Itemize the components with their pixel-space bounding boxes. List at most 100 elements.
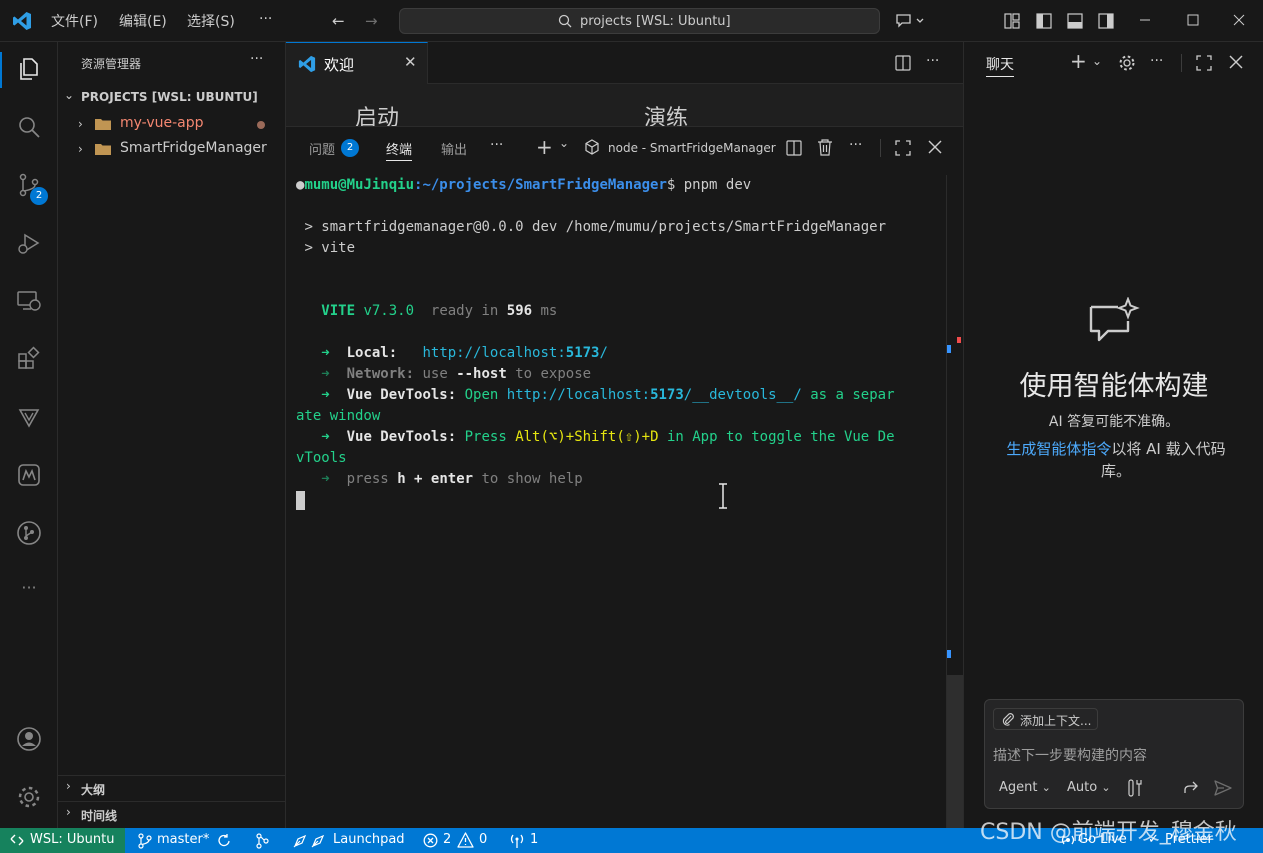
close-tab-icon[interactable]: ✕ — [404, 53, 417, 71]
terminal-scrollbar[interactable] — [946, 175, 963, 829]
explorer-icon[interactable] — [16, 56, 42, 82]
help-keys: h + enter — [397, 471, 474, 487]
chat-settings-gear-icon[interactable] — [1118, 54, 1136, 72]
editor-more-actions[interactable]: ··· — [926, 53, 939, 69]
scroll-marker — [947, 650, 951, 658]
prompt-command: $ pnpm dev — [666, 177, 752, 193]
maximize-icon[interactable] — [1186, 12, 1200, 28]
tab-problems[interactable]: 问题 — [309, 139, 335, 158]
warning-icon[interactable] — [457, 832, 474, 848]
tree-item-my-vue-app[interactable]: › my-vue-app — [58, 112, 285, 136]
devtools-label: Vue DevTools: — [346, 387, 457, 403]
network-label: Network: — [346, 366, 415, 382]
toggle-panel-icon[interactable] — [1066, 12, 1084, 30]
sidebar-more-actions[interactable]: ··· — [250, 51, 263, 67]
git-graph-status-icon[interactable] — [254, 833, 270, 849]
ports-count[interactable]: 1 — [530, 832, 538, 847]
tree-item-smartfridgemanager[interactable]: › SmartFridgeManager — [58, 137, 285, 161]
add-context-button[interactable]: 添加上下文... — [993, 708, 1099, 730]
error-count[interactable]: 2 — [443, 832, 451, 847]
toggle-secondary-sidebar-icon[interactable] — [1097, 12, 1115, 30]
error-icon[interactable] — [423, 833, 438, 848]
help-rest: to show help — [481, 471, 583, 487]
git-branch-label[interactable]: master* — [157, 832, 209, 847]
tab-welcome[interactable]: 欢迎 ✕ — [286, 42, 428, 84]
terminal-output[interactable]: ●mumu@MuJinqiu:~/projects/SmartFridgeMan… — [296, 175, 946, 825]
command-center-search[interactable]: projects [WSL: Ubuntu] — [399, 8, 880, 34]
launchpad-label[interactable]: Launchpad — [333, 832, 405, 847]
back-arrow-icon[interactable]: ← — [332, 12, 345, 30]
ports-antenna-icon[interactable] — [508, 833, 526, 849]
menu-selection[interactable]: 选择(S) — [187, 11, 235, 31]
chat-input-placeholder[interactable]: 描述下一步要构建的内容 — [993, 745, 1147, 765]
toggle-primary-sidebar-icon[interactable] — [1035, 12, 1053, 30]
search-icon[interactable] — [16, 114, 42, 140]
warning-count[interactable]: 0 — [479, 832, 487, 847]
close-panel-icon[interactable] — [928, 140, 942, 154]
watermark: CSDN @前端开发_穆金秋 — [980, 820, 1237, 845]
minimize-icon[interactable] — [1138, 12, 1152, 28]
chevron-down-icon[interactable]: ⌄ — [559, 136, 569, 150]
menu-more[interactable]: ··· — [259, 11, 272, 27]
remote-indicator[interactable]: WSL: Ubuntu — [0, 828, 125, 853]
scroll-thumb[interactable] — [947, 675, 963, 829]
split-terminal-icon[interactable] — [785, 139, 803, 157]
menu-edit[interactable]: 编辑(E) — [119, 11, 167, 31]
workspace-section-header[interactable]: ⌄ PROJECTS [WSL: UBUNTU] — [58, 86, 285, 108]
close-chat-icon[interactable] — [1229, 55, 1243, 69]
copilot-chat-icon[interactable] — [895, 12, 925, 30]
generate-instructions-link[interactable]: 生成智能体指令 — [1006, 440, 1111, 458]
terminal-name[interactable]: node - SmartFridgeManager — [608, 141, 776, 155]
chat-more-actions[interactable]: ··· — [1150, 53, 1163, 69]
model-dropdown[interactable]: Auto ⌄ — [1067, 780, 1111, 795]
maximize-chat-icon[interactable] — [1196, 55, 1212, 71]
more-views-icon[interactable]: ··· — [16, 578, 42, 604]
gitlens-icon[interactable] — [16, 462, 42, 488]
timeline-section[interactable]: › 时间线 — [58, 801, 285, 825]
split-editor-icon[interactable] — [894, 54, 912, 72]
terminal-line: ate window — [296, 406, 946, 427]
git-graph-icon[interactable] — [16, 520, 42, 546]
new-terminal-icon[interactable]: + — [536, 135, 553, 159]
delegate-arrow-icon[interactable] — [1183, 780, 1199, 796]
close-window-icon[interactable] — [1232, 12, 1246, 28]
terminal-line: ➜ press h + enter to show help — [321, 471, 583, 487]
chat-input-box[interactable]: 添加上下文... 描述下一步要构建的内容 Agent ⌄ Auto ⌄ — [984, 699, 1244, 809]
local-slash[interactable]: / — [599, 345, 607, 361]
accounts-icon[interactable] — [16, 726, 42, 752]
kill-terminal-trash-icon[interactable] — [817, 138, 833, 156]
panel-more-tabs[interactable]: ··· — [490, 137, 503, 153]
chevron-down-icon[interactable]: ⌄ — [1092, 54, 1102, 68]
devtools-url-path[interactable]: /__devtools__/ — [684, 387, 802, 403]
manage-gear-icon[interactable] — [16, 784, 42, 810]
agent-mode-dropdown[interactable]: Agent ⌄ — [999, 780, 1051, 795]
remote-explorer-icon[interactable] — [16, 288, 42, 314]
local-url[interactable]: http://localhost: — [422, 345, 565, 361]
forward-arrow-icon[interactable]: → — [365, 12, 378, 30]
network-host: --host — [456, 366, 507, 382]
send-icon[interactable] — [1214, 780, 1232, 796]
tab-output[interactable]: 输出 — [441, 139, 467, 158]
devtools-port[interactable]: 5173 — [650, 387, 684, 403]
scroll-marker — [947, 345, 951, 353]
devtools-open: Open — [464, 387, 499, 403]
extensions-icon[interactable] — [16, 346, 42, 372]
maximize-panel-icon[interactable] — [895, 140, 911, 156]
devtools-url[interactable]: http://localhost: — [507, 387, 650, 403]
customize-layout-icon[interactable] — [1003, 12, 1021, 30]
menu-file[interactable]: 文件(F) — [51, 11, 98, 31]
chat-title[interactable]: 聊天 — [986, 54, 1014, 77]
panel-more-actions[interactable]: ··· — [849, 137, 862, 153]
configure-tools-icon[interactable] — [1127, 779, 1143, 797]
run-debug-icon[interactable] — [16, 230, 42, 256]
help-press: press — [346, 471, 389, 487]
command-center-label: projects [WSL: Ubuntu] — [580, 14, 731, 29]
sync-icon[interactable] — [216, 833, 232, 849]
tab-terminal[interactable]: 终端 — [386, 139, 413, 161]
testing-icon[interactable] — [16, 404, 42, 430]
local-port[interactable]: 5173 — [566, 345, 600, 361]
tab-label: 欢迎 — [324, 56, 355, 74]
chevron-right-icon: › — [66, 805, 71, 819]
new-chat-icon[interactable]: + — [1070, 49, 1087, 73]
outline-section[interactable]: › 大纲 — [58, 775, 285, 799]
